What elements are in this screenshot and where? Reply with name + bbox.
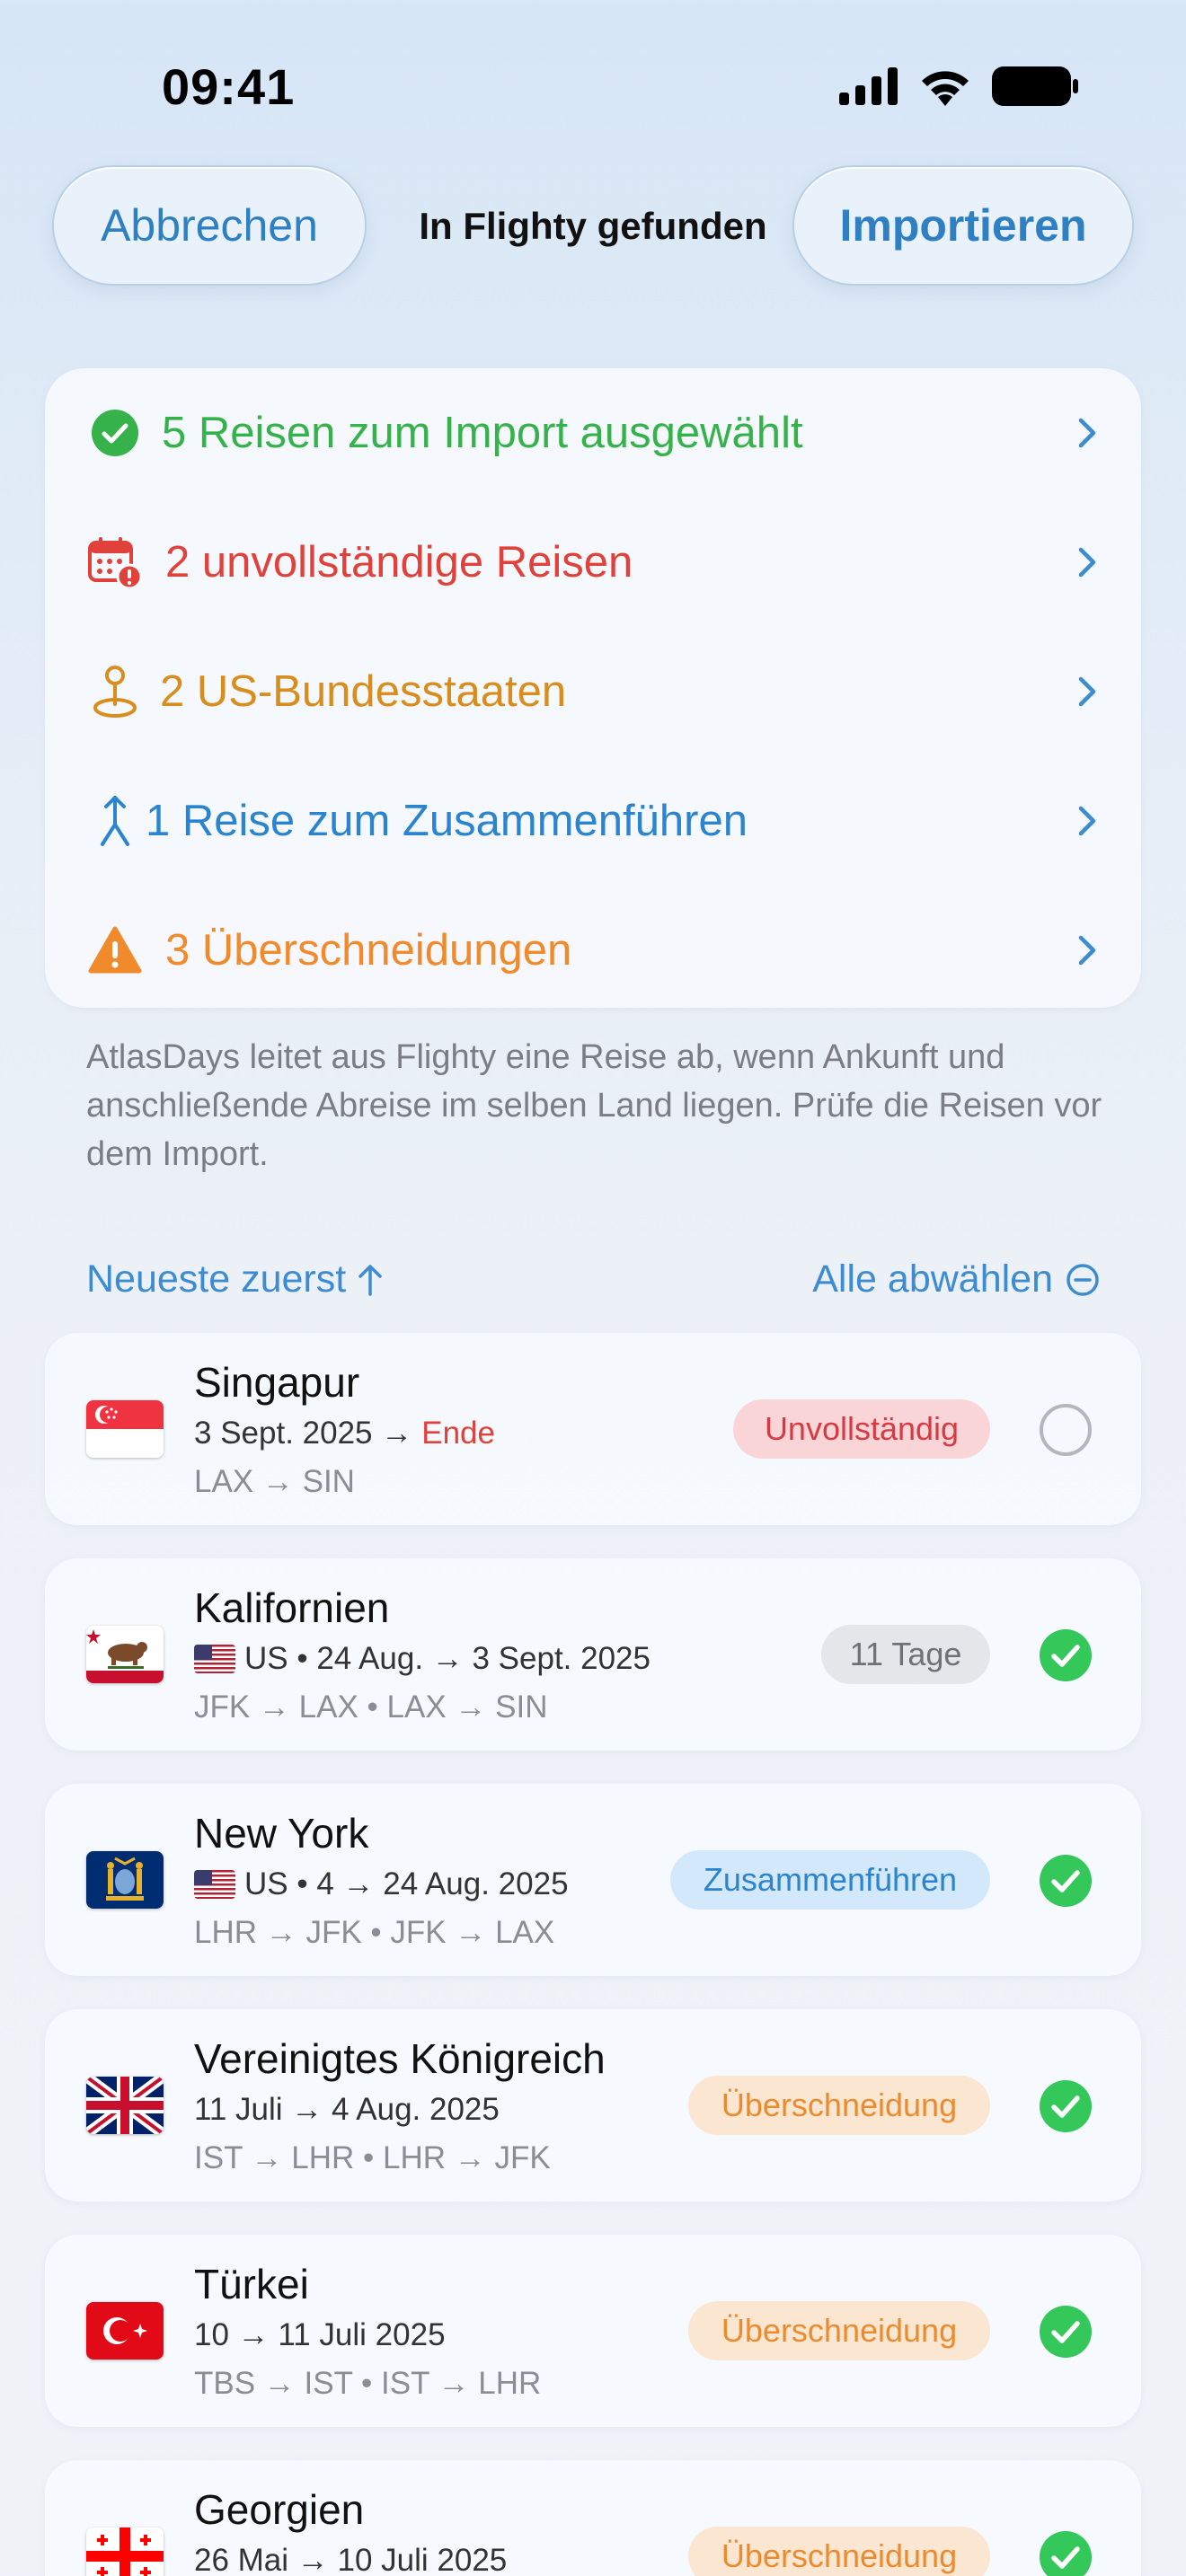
trip-dates: US • 24 Aug. → 3 Sept. 2025 xyxy=(194,1641,651,1677)
trip-card-kalifornien[interactable]: Kalifornien US • 24 Aug. → 3 Sept. 2025 … xyxy=(45,1558,1141,1751)
checkmark-circle-icon[interactable] xyxy=(1039,1854,1093,1908)
status-icons xyxy=(839,66,1078,106)
trip-card-vereinigtes-koenigreich[interactable]: Vereinigtes Königreich 11 Juli → 4 Aug. … xyxy=(45,2009,1141,2201)
new-york-flag-icon xyxy=(86,1851,164,1909)
checkmark-circle-icon[interactable] xyxy=(1039,2530,1093,2576)
import-button[interactable]: Importieren xyxy=(792,165,1134,286)
unchecked-circle-icon[interactable] xyxy=(1039,1403,1093,1457)
trip-dates: 11 Juli → 4 Aug. 2025 xyxy=(194,2092,500,2128)
trip-dates: 26 Mai → 10 Juli 2025 xyxy=(194,2543,507,2576)
summary-row-incomplete[interactable]: 2 unvollständige Reisen xyxy=(45,498,1141,627)
wifi-icon xyxy=(922,71,969,106)
checkmark-circle-icon[interactable] xyxy=(1039,1628,1093,1682)
uk-flag-icon xyxy=(86,2077,164,2134)
status-badge-incomplete: Unvollständig xyxy=(733,1399,990,1459)
summary-label-selected: 5 Reisen zum Import ausgewählt xyxy=(162,409,803,457)
status-badge-overlap: Überschneidung xyxy=(688,2527,990,2576)
trip-date-range: 3 Sept. 2025 → xyxy=(194,1416,413,1451)
status-bar: 09:41 xyxy=(0,0,1186,171)
trip-dates: US • 4 → 24 Aug. 2025 xyxy=(194,1866,569,1902)
explainer-text: AtlasDays leitet aus Flighty eine Reise … xyxy=(86,1038,1102,1173)
merge-arrow-icon xyxy=(86,792,144,850)
checkmark-circle-icon[interactable] xyxy=(1039,2305,1093,2359)
trip-name: Singapur xyxy=(194,1359,360,1406)
cellular-signal-icon xyxy=(839,67,898,105)
trip-card-georgien[interactable]: Georgien 26 Mai → 10 Juli 2025 Überschne… xyxy=(45,2460,1141,2576)
trip-date-range: 26 Mai → 10 Juli 2025 xyxy=(194,2543,508,2576)
navigation-bar: Abbrechen In Flighty gefunden Importiere… xyxy=(0,165,1186,286)
calendar-alert-icon xyxy=(86,534,144,591)
chevron-right-icon xyxy=(1078,676,1096,707)
summary-label-merge: 1 Reise zum Zusammenführen xyxy=(146,797,748,845)
arrow-up-icon xyxy=(358,1264,382,1296)
status-badge-overlap: Überschneidung xyxy=(688,2076,990,2135)
us-flag-icon xyxy=(194,1645,235,1673)
trip-name: New York xyxy=(194,1810,369,1857)
chevron-right-icon xyxy=(1078,547,1096,578)
trip-route: LHR → JFK • JFK → LAX xyxy=(194,1915,555,1950)
deselect-label: Alle abwählen xyxy=(812,1257,1053,1301)
summary-row-us-states[interactable]: 2 US-Bundesstaaten xyxy=(45,627,1141,756)
summary-label-overlaps: 3 Überschneidungen xyxy=(165,926,572,975)
singapore-flag-icon xyxy=(86,1400,164,1458)
trip-name: Vereinigtes Königreich xyxy=(194,2035,606,2082)
status-badge-merge: Zusammenführen xyxy=(670,1850,990,1910)
trip-date-range: US • 24 Aug. → 3 Sept. 2025 xyxy=(244,1641,651,1676)
us-flag-icon xyxy=(194,1870,235,1899)
chevron-right-icon xyxy=(1078,935,1096,966)
checkmark-circle-icon[interactable] xyxy=(1039,2079,1093,2133)
map-pin-icon xyxy=(86,663,144,720)
trip-card-tuerkei[interactable]: Türkei 10 → 11 Juli 2025 TBS → IST • IST… xyxy=(45,2235,1141,2427)
minus-circle-icon xyxy=(1067,1263,1099,1296)
sort-label: Neueste zuerst xyxy=(86,1257,347,1301)
summary-row-selected[interactable]: 5 Reisen zum Import ausgewählt xyxy=(45,368,1141,498)
summary-label-us-states: 2 US-Bundesstaaten xyxy=(160,667,567,716)
chevron-right-icon xyxy=(1078,418,1096,448)
trip-route: IST → LHR • LHR → JFK xyxy=(194,2140,551,2175)
trip-dates: 10 → 11 Juli 2025 xyxy=(194,2317,446,2353)
trip-date-range: 11 Juli → 4 Aug. 2025 xyxy=(194,2092,500,2127)
status-time: 09:41 xyxy=(162,58,296,115)
summary-card: 5 Reisen zum Import ausgewählt 2 unvolls… xyxy=(45,368,1141,1008)
chevron-right-icon xyxy=(1078,806,1096,836)
trip-name: Georgien xyxy=(194,2486,365,2533)
deselect-all-button[interactable]: Alle abwählen xyxy=(812,1257,1100,1301)
battery-icon xyxy=(992,66,1078,106)
sort-button[interactable]: Neueste zuerst xyxy=(86,1257,384,1301)
summary-label-incomplete: 2 unvollständige Reisen xyxy=(165,538,633,587)
trip-route: JFK → LAX • LAX → SIN xyxy=(194,1689,548,1725)
trip-route: LAX → SIN xyxy=(194,1464,355,1499)
status-badge-overlap: Überschneidung xyxy=(688,2301,990,2360)
california-flag-icon xyxy=(86,1626,164,1683)
trip-route: TBS → IST • IST → LHR xyxy=(194,2366,542,2401)
trip-date-range: US • 4 → 24 Aug. 2025 xyxy=(244,1866,569,1901)
trip-date-range: 10 → 11 Juli 2025 xyxy=(194,2317,446,2352)
checkmark-circle-icon xyxy=(86,404,144,462)
status-badge-days: 11 Tage xyxy=(821,1625,990,1684)
trip-card-singapur[interactable]: Singapur 3 Sept. 2025 → Ende LAX → SIN U… xyxy=(45,1333,1141,1525)
summary-row-merge[interactable]: 1 Reise zum Zusammenführen xyxy=(45,756,1141,886)
trip-name: Türkei xyxy=(194,2261,309,2307)
trip-dates: 3 Sept. 2025 → Ende xyxy=(194,1416,495,1451)
summary-row-overlaps[interactable]: 3 Überschneidungen xyxy=(45,886,1141,1015)
list-controls: Neueste zuerst Alle abwählen xyxy=(86,1257,1100,1311)
turkey-flag-icon xyxy=(86,2302,164,2360)
trip-name: Kalifornien xyxy=(194,1584,390,1631)
warning-triangle-icon xyxy=(86,922,144,979)
georgia-flag-icon xyxy=(86,2527,164,2576)
trip-end-missing: Ende xyxy=(421,1416,495,1451)
trip-card-new-york[interactable]: New York US • 4 → 24 Aug. 2025 LHR → JFK… xyxy=(45,1784,1141,1976)
